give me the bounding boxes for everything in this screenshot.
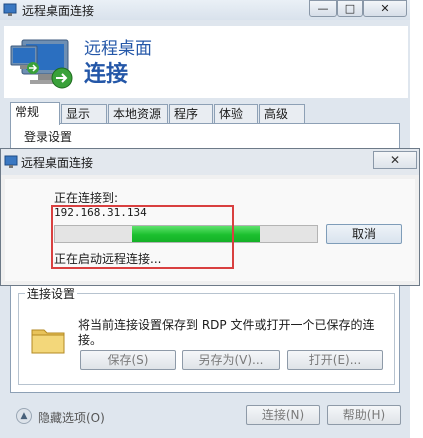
maximize-button[interactable]: □ — [337, 0, 363, 17]
connecting-to-label: 正在连接到: — [54, 191, 119, 205]
minimize-button[interactable]: — — [309, 0, 337, 17]
tab-experience[interactable]: 体验 — [214, 104, 258, 124]
connection-settings-title: 连接设置 — [25, 285, 78, 302]
folder-icon — [31, 329, 65, 354]
computer-monitor-icon — [10, 45, 39, 74]
tab-general[interactable]: 常规 — [10, 102, 60, 125]
dialog-close-button[interactable]: ✕ — [373, 151, 417, 169]
chevron-up-icon: ▲ — [16, 408, 32, 424]
main-title-bar[interactable]: 远程桌面连接 — □ ✕ — [0, 0, 410, 20]
connection-settings-description: 将当前连接设置保存到 RDP 文件或打开一个已保存的连接。 — [78, 318, 375, 347]
remote-desktop-icon — [3, 3, 17, 16]
hide-options-label: 隐藏选项(O) — [38, 411, 105, 425]
tab-advanced[interactable]: 高级 — [259, 104, 305, 124]
dialog-title-bar[interactable]: 远程桌面连接 ✕ — [1, 149, 419, 175]
remote-desktop-icon — [4, 155, 18, 168]
open-button[interactable]: 打开(E)... — [287, 350, 383, 370]
window-title: 远程桌面连接 — [22, 4, 95, 18]
tab-local-resources[interactable]: 本地资源 — [108, 104, 168, 124]
cancel-button[interactable]: 取消 — [326, 224, 402, 244]
help-button[interactable]: 帮助(H) — [327, 405, 401, 425]
dialog-title: 远程桌面连接 — [21, 156, 94, 170]
connect-button[interactable]: 连接(N) — [246, 405, 320, 425]
close-button[interactable]: ✕ — [363, 0, 407, 17]
highlight-box — [51, 205, 234, 269]
save-button[interactable]: 保存(S) — [80, 350, 176, 370]
tab-programs[interactable]: 程序 — [169, 104, 213, 124]
banner-line2: 连接 — [84, 62, 129, 87]
save-as-button[interactable]: 另存为(V)... — [182, 350, 280, 370]
tab-display[interactable]: 显示 — [61, 104, 107, 124]
login-settings-title: 登录设置 — [24, 130, 73, 144]
banner: 远程桌面 连接 — [4, 26, 408, 98]
